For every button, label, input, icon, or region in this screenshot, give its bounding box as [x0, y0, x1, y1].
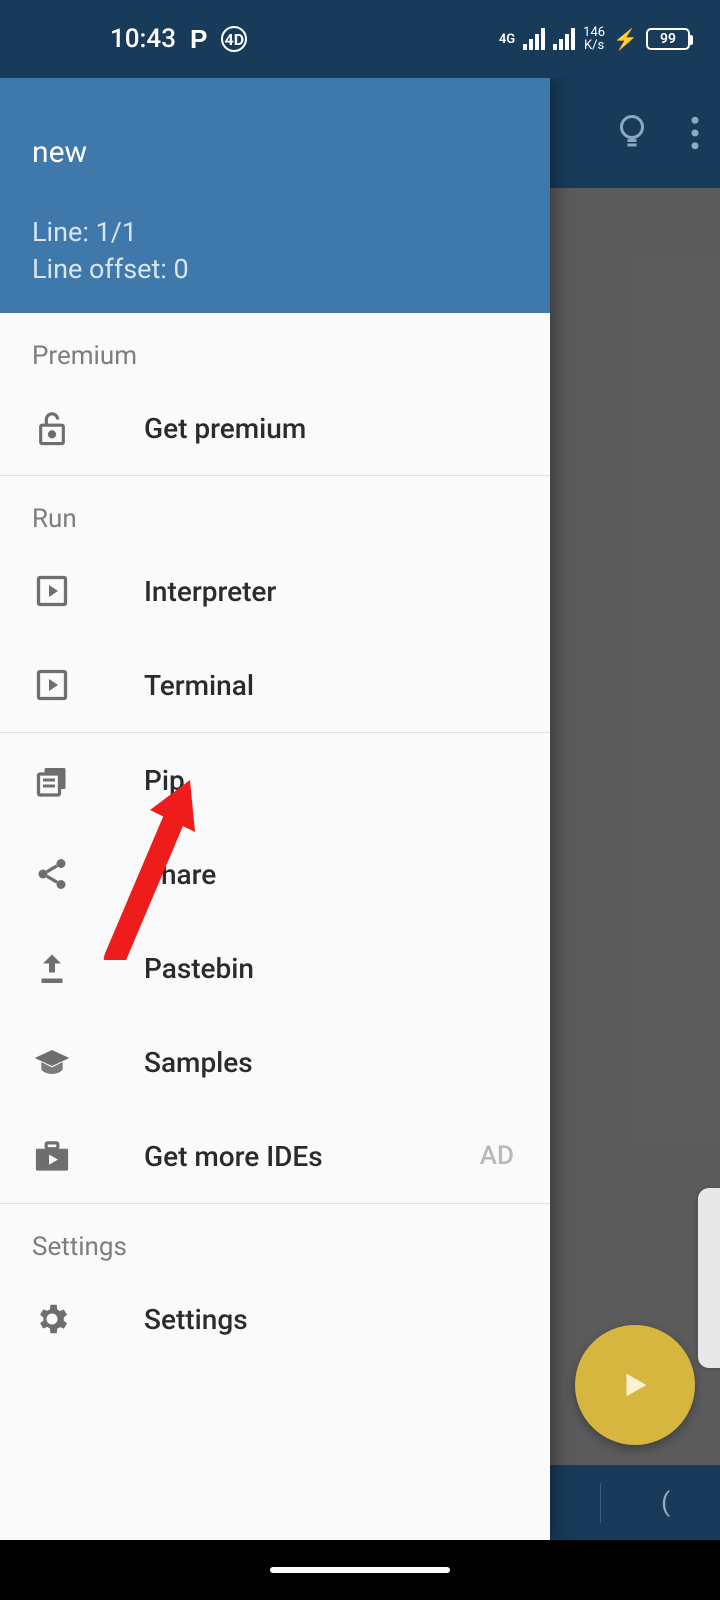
navigation-drawer: new Line: 1/1 Line offset: 0 Premium Get…: [0, 78, 550, 1540]
section-settings-label: Settings: [0, 1204, 550, 1272]
menu-item-label: Interpreter: [144, 575, 276, 608]
signal-strength-2-icon: [553, 28, 575, 50]
system-nav-bar: [0, 1540, 720, 1600]
battery-icon: 99: [646, 28, 690, 50]
menu-item-label: Pastebin: [144, 952, 254, 985]
fast-scroll-handle[interactable]: [698, 1188, 720, 1368]
app-indicator-p-icon: P: [190, 24, 207, 55]
tips-icon[interactable]: [614, 111, 650, 155]
menu-item-label: Share: [144, 858, 216, 891]
menu-item-label: Settings: [144, 1303, 248, 1336]
app-indicator-4d-icon: 4D: [221, 26, 247, 52]
menu-item-share[interactable]: Share: [0, 827, 550, 921]
section-run-label: Run: [0, 476, 550, 544]
symbol-key-paren[interactable]: (: [661, 1488, 670, 1518]
drawer-offset-info: Line offset: 0: [32, 251, 518, 287]
section-premium-label: Premium: [0, 313, 550, 381]
status-right: 4G 146 K/s ⚡ 99: [499, 26, 690, 52]
menu-item-label: Get more IDEs: [144, 1140, 323, 1173]
symbol-separator: [600, 1483, 601, 1523]
network-type-icon: 4G: [499, 32, 515, 47]
menu-item-label: Samples: [144, 1046, 253, 1079]
menu-item-get-premium[interactable]: Get premium: [0, 381, 550, 475]
gear-icon: [32, 1299, 72, 1339]
menu-item-interpreter[interactable]: Interpreter: [0, 544, 550, 638]
signal-strength-1-icon: [523, 28, 545, 50]
play-box-icon: [32, 665, 72, 705]
play-box-icon: [32, 571, 72, 611]
drawer-line-info: Line: 1/1: [32, 214, 518, 250]
menu-item-label: Pip: [144, 764, 185, 797]
more-options-icon[interactable]: [690, 116, 700, 150]
status-time: 10:43: [110, 24, 176, 54]
run-fab-button[interactable]: [575, 1325, 695, 1445]
data-rate-icon: 146 K/s: [583, 26, 605, 52]
share-icon: [32, 854, 72, 894]
library-icon: [32, 760, 72, 800]
upload-icon: [32, 948, 72, 988]
menu-item-terminal[interactable]: Terminal: [0, 638, 550, 732]
ad-badge: AD: [480, 1141, 514, 1171]
menu-item-samples[interactable]: Samples: [0, 1015, 550, 1109]
briefcase-play-icon: [32, 1136, 72, 1176]
unlock-icon: [32, 408, 72, 448]
menu-item-label: Get premium: [144, 412, 306, 445]
gesture-pill[interactable]: [270, 1567, 450, 1573]
graduation-cap-icon: [32, 1042, 72, 1082]
drawer-header[interactable]: new Line: 1/1 Line offset: 0: [0, 78, 550, 313]
status-bar: 10:43 P 4D 4G 146 K/s ⚡ 99: [0, 0, 720, 78]
menu-item-more-ides[interactable]: Get more IDEs AD: [0, 1109, 550, 1203]
menu-item-pastebin[interactable]: Pastebin: [0, 921, 550, 1015]
menu-item-settings[interactable]: Settings: [0, 1272, 550, 1366]
drawer-file-title: new: [32, 135, 518, 170]
status-left: 10:43 P 4D: [30, 24, 247, 55]
charging-icon: ⚡: [613, 27, 638, 51]
menu-item-label: Terminal: [144, 669, 254, 702]
menu-item-pip[interactable]: Pip: [0, 733, 550, 827]
